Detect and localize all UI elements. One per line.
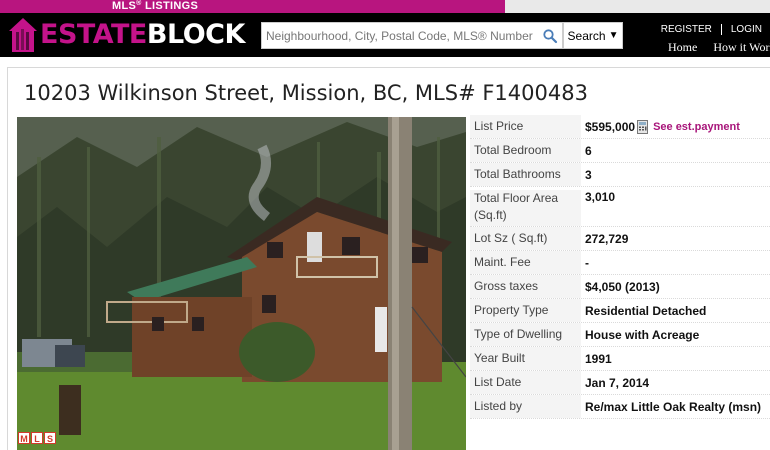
detail-label: Type of Dwelling [470, 323, 581, 346]
mls-listings-tab[interactable]: MLS® LISTINGS [112, 0, 198, 13]
search-box [261, 22, 563, 49]
top-strip: MLS® LISTINGS [0, 0, 770, 13]
chevron-down-icon: ▼ [608, 30, 619, 41]
link-divider [720, 24, 722, 35]
mls-badge-logo: MLS [18, 432, 56, 444]
detail-label: List Price [470, 115, 581, 138]
top-strip-right [505, 0, 770, 13]
detail-label: Maint. Fee [470, 251, 581, 274]
nav-home[interactable]: Home [668, 40, 697, 54]
logo-text: ESTATEBLOCK [40, 17, 245, 53]
login-link[interactable]: LOGIN [731, 24, 762, 35]
search-icon[interactable] [542, 28, 558, 44]
listing-title: 10203 Wilkinson Street, Mission, BC, MLS… [24, 81, 588, 105]
logo-text-block: BLOCK [146, 19, 246, 50]
est-payment-link[interactable]: See est.payment [653, 121, 740, 133]
detail-row-list-price: List Price $595,000 See est.payment [470, 115, 770, 139]
list-price-value: $595,000 [585, 119, 636, 134]
detail-row-dwelling-type: Type of Dwelling House with Acreage [470, 323, 770, 347]
search-button[interactable]: Search ▼ [563, 22, 623, 49]
detail-label: Total Floor Area (Sq.ft) [470, 190, 581, 226]
detail-value: Residential Detached [585, 303, 707, 318]
detail-label: Gross taxes [470, 275, 581, 298]
property-photo[interactable] [17, 117, 466, 450]
site-header: ESTATEBLOCK Search▼ REGISTER LOGIN HomeH… [0, 13, 770, 57]
mls-tab-label-2: LISTINGS [141, 0, 199, 12]
search-button-label: Search [567, 28, 606, 43]
detail-value: Jan 7, 2014 [585, 375, 650, 390]
mls-tab-label: MLS [112, 0, 137, 12]
detail-label: Total Bathrooms [470, 163, 581, 186]
detail-row-maint-fee: Maint. Fee - [470, 251, 770, 275]
detail-row-bathrooms: Total Bathrooms 3 [470, 163, 770, 187]
register-link[interactable]: REGISTER [661, 24, 712, 35]
detail-value: Re/max Little Oak Realty (msn) [585, 399, 762, 414]
detail-value: 6 [585, 143, 592, 158]
search-input[interactable] [262, 23, 540, 48]
main-nav: Home How it Works [668, 40, 770, 55]
detail-value: 3 [585, 167, 592, 182]
house-logo-icon [9, 18, 37, 52]
detail-value: $4,050 (2013) [585, 279, 660, 294]
detail-row-listed-by: Listed by Re/max Little Oak Realty (msn) [470, 395, 770, 419]
detail-label: Property Type [470, 299, 581, 322]
nav-how-it-works[interactable]: How it Works [713, 40, 770, 54]
detail-row-lot-size: Lot Sz ( Sq.ft) 272,729 [470, 227, 770, 251]
top-strip-accent [0, 0, 505, 13]
detail-value: 272,729 [585, 231, 629, 246]
detail-value: House with Acreage [585, 327, 700, 342]
property-photo-image [17, 117, 466, 450]
detail-label: Lot Sz ( Sq.ft) [470, 227, 581, 250]
detail-row-list-date: List Date Jan 7, 2014 [470, 371, 770, 395]
detail-label: Year Built [470, 347, 581, 370]
listing-details-table: List Price $595,000 See est.payment Tota… [470, 115, 770, 419]
calculator-icon[interactable] [637, 119, 649, 134]
mls-badge-m: M [18, 432, 30, 444]
detail-row-floor-area: Total Floor Area (Sq.ft) 3,010 [470, 187, 770, 227]
site-logo[interactable]: ESTATEBLOCK [8, 15, 245, 55]
detail-value: $595,000 See est.payment [581, 119, 740, 134]
account-links: REGISTER LOGIN [661, 24, 762, 35]
detail-row-bedrooms: Total Bedroom 6 [470, 139, 770, 163]
detail-row-property-type: Property Type Residential Detached [470, 299, 770, 323]
detail-value: 1991 [585, 351, 612, 366]
mls-badge-s: S [44, 432, 56, 444]
detail-value: - [585, 255, 589, 270]
detail-row-year-built: Year Built 1991 [470, 347, 770, 371]
mls-badge-l: L [31, 432, 43, 444]
detail-label: Total Bedroom [470, 139, 581, 162]
logo-text-estate: ESTATE [40, 19, 147, 50]
detail-label: Listed by [470, 395, 581, 418]
detail-label: List Date [470, 371, 581, 394]
detail-value: 3,010 [585, 190, 616, 204]
detail-row-gross-taxes: Gross taxes $4,050 (2013) [470, 275, 770, 299]
